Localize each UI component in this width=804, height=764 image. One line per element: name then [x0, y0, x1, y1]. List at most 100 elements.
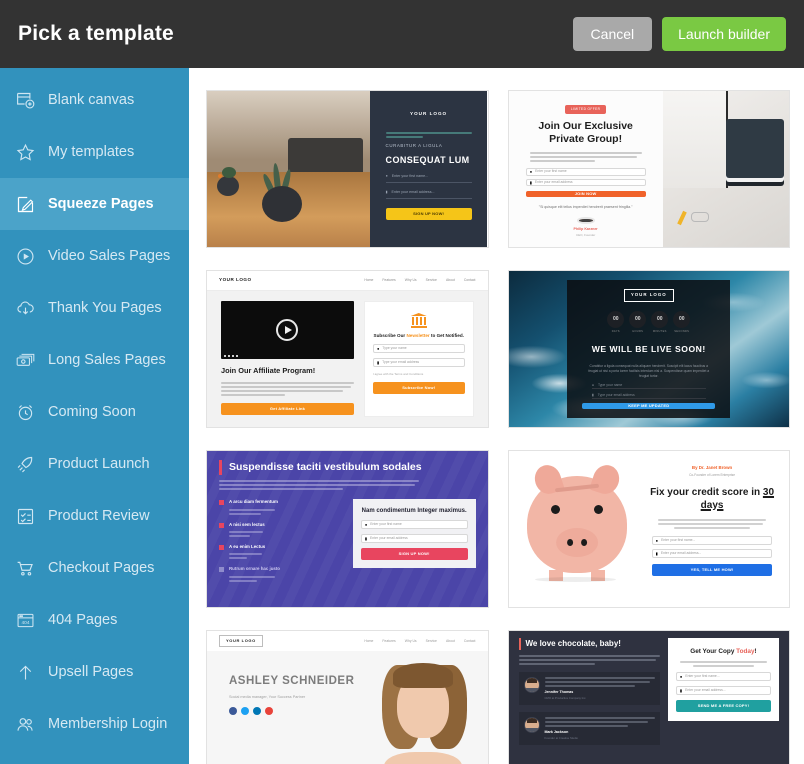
cloud-download-icon: [14, 297, 36, 319]
twitter-icon[interactable]: [241, 707, 249, 716]
testimonial-author: Mark Jackson: [544, 729, 569, 734]
optin-card: Nam condimentum Integer maximus. ● Enter…: [352, 499, 476, 569]
email-field[interactable]: ▮ Type your email address: [591, 393, 706, 400]
name-field[interactable]: ● Type your name: [372, 344, 465, 354]
template-thumbnail: YOUR LOGO Home Features Why Us Service A…: [207, 631, 488, 764]
person-icon: ●: [591, 383, 594, 388]
signup-button[interactable]: SIGN UP NOW!: [360, 548, 468, 561]
rocket-icon: [14, 453, 36, 475]
subscribe-button[interactable]: Subscribe Now!: [372, 381, 465, 394]
email-field[interactable]: ▮ Enter your email address...: [675, 686, 771, 696]
sidebar-item-thank-you-pages[interactable]: Thank You Pages: [0, 282, 189, 334]
sidebar-item-404-pages[interactable]: 404 404 Pages: [0, 594, 189, 646]
sidebar-item-membership-login[interactable]: Membership Login: [0, 698, 189, 750]
pencil-square-icon: [14, 193, 36, 215]
sidebar-item-my-templates[interactable]: My templates: [0, 126, 189, 178]
testimonial-quote: "Si quisque elit tellus imperdiet hendre…: [538, 205, 633, 210]
logo-text: YOUR LOGO: [623, 289, 674, 302]
app-body: Blank canvas My templates Squeeze Pages …: [0, 68, 804, 764]
avatar: [523, 716, 540, 733]
sidebar-item-product-review[interactable]: Product Review: [0, 490, 189, 542]
testimonial-text: [544, 716, 655, 727]
template-grid-area: YOUR LOGO CURABITUR A LIGULA CONSEQUAT L…: [189, 68, 804, 764]
email-field[interactable]: ▮ Enter your email address...: [651, 549, 773, 559]
countdown-timer: 00 DAYS 00 HOURS 00 MINUTES 00 SECONDS: [607, 310, 691, 334]
name-field[interactable]: ● Type your name: [591, 383, 706, 390]
sidebar-item-blank-canvas[interactable]: Blank canvas: [0, 74, 189, 126]
name-field[interactable]: ● Enter your first name: [360, 520, 468, 530]
optin-panel: YOUR LOGO CURABITUR A LIGULA CONSEQUAT L…: [369, 91, 488, 247]
template-card-affiliate-program[interactable]: YOUR LOGO Home Features Why Us Service A…: [206, 270, 489, 428]
paragraph: [657, 519, 767, 530]
countdown-value: 00: [607, 310, 625, 328]
template-card-credit-score[interactable]: By Dr. Janet Brown Co-Founder of Lorem E…: [507, 450, 790, 608]
alarm-clock-icon: [14, 401, 36, 423]
email-field[interactable]: ▮ Enter your email address: [525, 178, 646, 187]
tell-me-how-button[interactable]: YES, TELL ME HOW!: [651, 564, 773, 577]
linkedin-icon[interactable]: [253, 707, 261, 716]
template-card-love-chocolate[interactable]: We love chocolate, baby! Jennifer Thomas…: [507, 630, 790, 764]
person-icon: ●: [385, 174, 388, 179]
name-field[interactable]: ● Enter your first name...: [385, 172, 472, 184]
facebook-icon[interactable]: [229, 707, 237, 716]
headline: CONSEQUAT LUM: [385, 155, 470, 166]
new-page-icon: [14, 89, 36, 111]
header-actions: Cancel Launch builder: [572, 17, 786, 51]
logo-text: YOUR LOGO: [219, 635, 263, 647]
optin-panel: LIMITED OFFER Join Our Exclusive Private…: [508, 91, 663, 247]
sidebar-item-checkout-pages[interactable]: Checkout Pages: [0, 542, 189, 594]
envelope-icon: ▮: [591, 393, 594, 398]
star-icon: [14, 141, 36, 163]
bullet-icon: [219, 544, 224, 550]
sidebar-item-long-sales-pages[interactable]: Long Sales Pages: [0, 334, 189, 386]
play-icon: [276, 319, 299, 341]
email-field[interactable]: ▮ Enter your email address...: [385, 188, 472, 200]
sidebar-item-upsell-pages[interactable]: Upsell Pages: [0, 646, 189, 698]
headline: ASHLEY SCHNEIDER: [229, 675, 355, 687]
template-thumbnail: YOUR LOGO Home Features Why Us Service A…: [207, 271, 488, 427]
nav-links: Home Features Why Us Service About Conta…: [364, 278, 476, 283]
sidebar-item-product-launch[interactable]: Product Launch: [0, 438, 189, 490]
template-card-ashley-schneider[interactable]: YOUR LOGO Home Features Why Us Service A…: [206, 630, 489, 764]
free-copy-button[interactable]: SEND ME A FREE COPY!: [675, 700, 771, 713]
headline: Fix your credit score in 30 days: [650, 487, 775, 512]
join-button[interactable]: JOIN NOW: [525, 191, 646, 198]
sidebar-item-label: Product Review: [48, 507, 150, 524]
cancel-button[interactable]: Cancel: [572, 17, 653, 51]
paragraph: [529, 151, 642, 162]
keep-updated-button[interactable]: KEEP ME UPDATED: [582, 403, 716, 409]
signup-button[interactable]: SIGN UP NOW!: [385, 208, 472, 221]
name-field[interactable]: ● Enter your first name...: [675, 672, 771, 682]
sidebar-item-video-sales-pages[interactable]: Video Sales Pages: [0, 230, 189, 282]
money-stack-icon: [14, 349, 36, 371]
paragraph: Curabitur a ligula consequat nulla aliqu…: [588, 363, 710, 379]
youtube-icon[interactable]: [265, 707, 273, 716]
countdown-value: 00: [673, 310, 691, 328]
template-card-live-soon[interactable]: YOUR LOGO 00 DAYS 00 HOURS 00 MINUTES 00…: [507, 270, 790, 428]
person-icon: ●: [376, 345, 380, 351]
template-thumbnail: YOUR LOGO 00 DAYS 00 HOURS 00 MINUTES 00…: [508, 271, 789, 427]
name-field[interactable]: ● Enter your first name...: [651, 536, 773, 546]
social-links[interactable]: [229, 707, 358, 716]
portrait-photo: [358, 651, 487, 764]
email-field[interactable]: ▮ Enter your email address: [360, 534, 468, 544]
plant-photo: [207, 91, 370, 247]
email-field[interactable]: ▮ Type your email address: [372, 358, 465, 368]
sidebar-item-coming-soon[interactable]: Coming Soon: [0, 386, 189, 438]
template-card-consequat-lum[interactable]: YOUR LOGO CURABITUR A LIGULA CONSEQUAT L…: [206, 90, 489, 248]
sidebar-item-squeeze-pages[interactable]: Squeeze Pages: [0, 178, 189, 230]
testimonial-role: Founder at Creative Studio: [544, 736, 578, 741]
template-card-suspendisse-sodales[interactable]: Suspendisse taciti vestibulum sodales A …: [206, 450, 489, 608]
launch-builder-button[interactable]: Launch builder: [662, 17, 786, 51]
countdown-label: MINUTES: [652, 329, 667, 333]
app-header: Pick a template Cancel Launch builder: [0, 0, 804, 68]
bullet-icon: [219, 567, 224, 573]
countdown-label: SECONDS: [674, 329, 690, 333]
terms-text: I agree with the Terms and Conditions: [372, 372, 424, 377]
browser-404-icon: 404: [14, 609, 36, 631]
envelope-icon: ▮: [385, 190, 388, 195]
affiliate-link-button[interactable]: Get Affiliate Link: [221, 402, 354, 415]
template-card-private-group[interactable]: LIMITED OFFER Join Our Exclusive Private…: [507, 90, 790, 248]
name-field[interactable]: ● Enter your first name: [525, 167, 646, 176]
headline: We love chocolate, baby!: [518, 638, 660, 650]
